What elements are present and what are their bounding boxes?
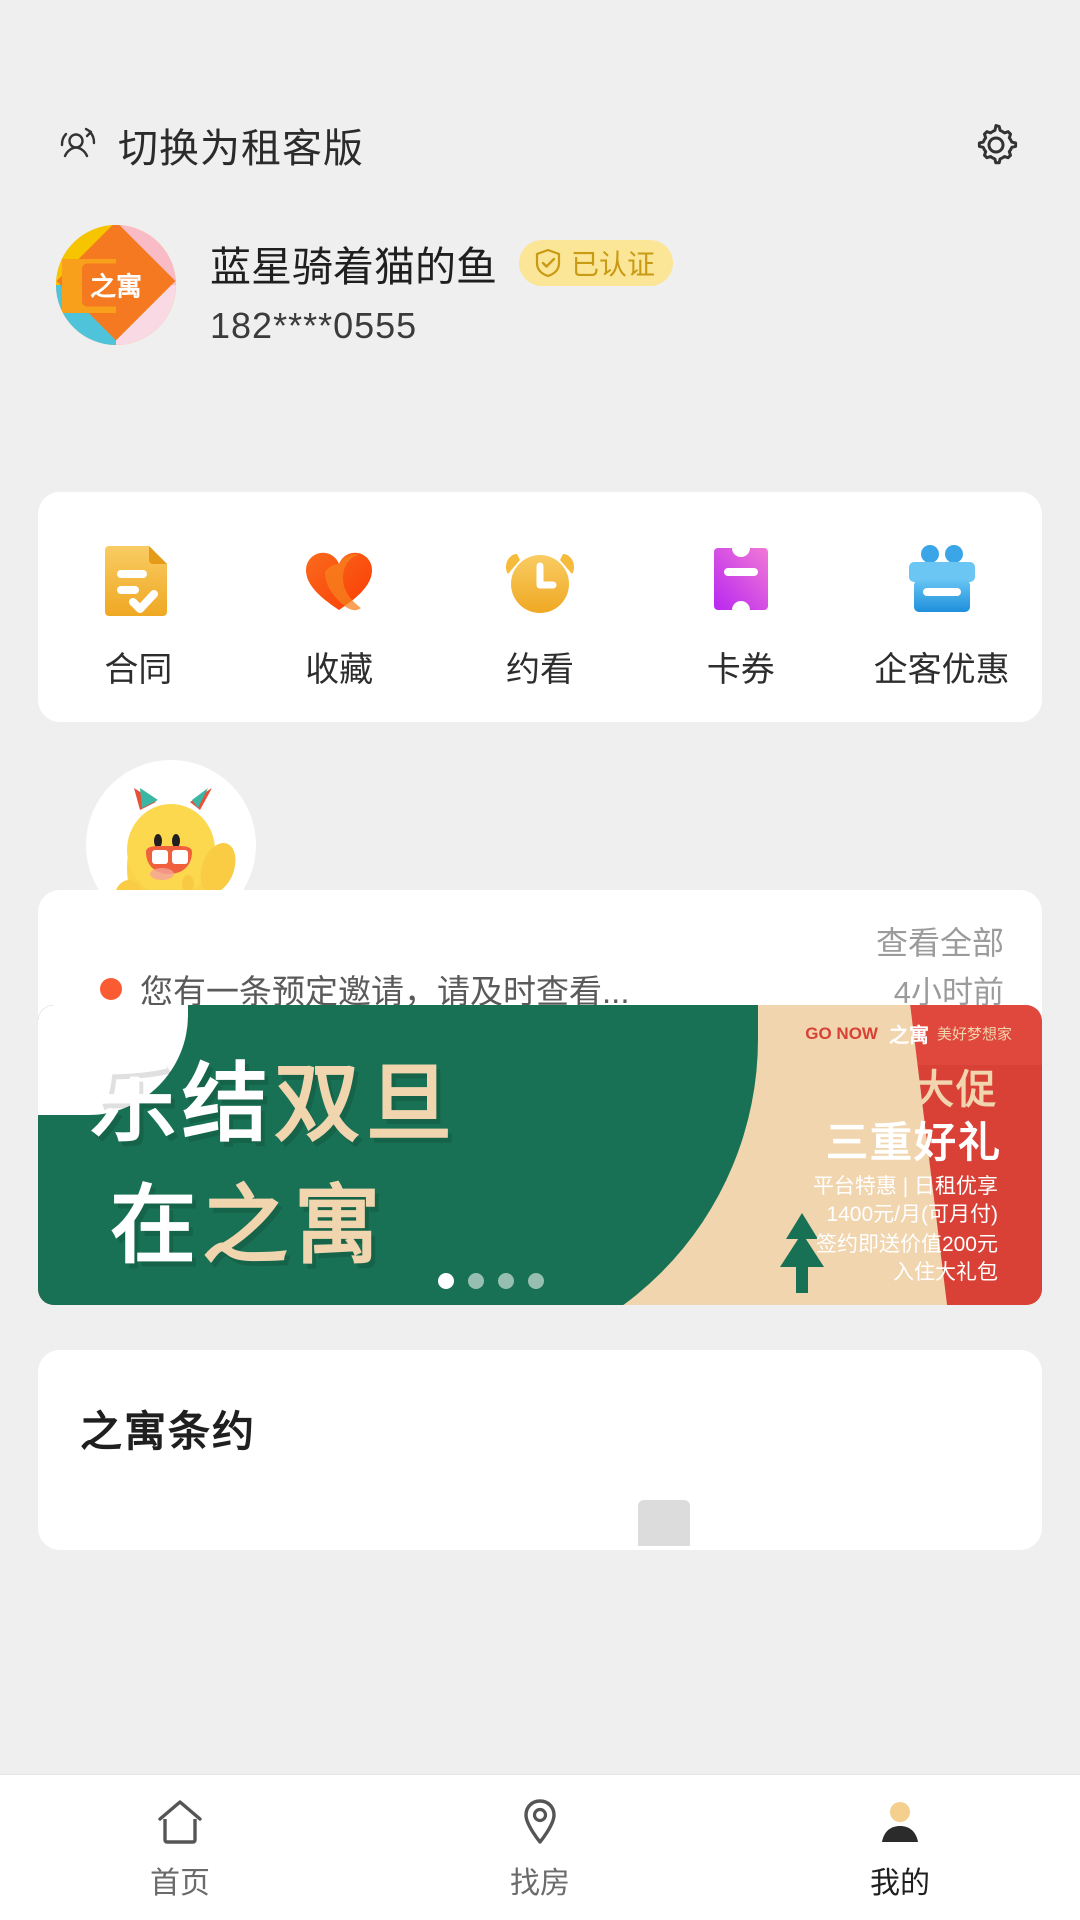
user-switch-icon bbox=[56, 123, 100, 167]
banner-dots[interactable] bbox=[438, 1273, 544, 1289]
banner-logo-left: GO NOW bbox=[800, 1021, 883, 1046]
banner-title-line1: 乐结双旦 bbox=[90, 1033, 458, 1158]
heart-icon bbox=[298, 538, 380, 620]
quick-action-contract[interactable]: 合同 bbox=[38, 538, 239, 691]
terms-card[interactable]: 之寓条约 bbox=[38, 1350, 1042, 1550]
profile-name-row: 蓝星骑着猫的鱼 已认证 bbox=[210, 233, 674, 293]
banner-dot[interactable] bbox=[528, 1273, 544, 1289]
app-screen: 切换为租客版 之寓 蓝星骑着猫的鱼 已认证 182****0555 合同 收藏 … bbox=[0, 0, 1080, 1920]
quick-action-coupons[interactable]: 卡券 bbox=[640, 538, 841, 691]
banner-artwork: 乐结双旦 在之寓 GO NOW 之寓 美好梦想家 限时大促 三重好礼 平台特惠 … bbox=[38, 1005, 1042, 1305]
banner-promo-3: 平台特惠 | 日租优享 1400元/月(可月付) bbox=[812, 1175, 998, 1227]
banner-title-part: 在 bbox=[110, 1178, 202, 1274]
quick-action-label: 合同 bbox=[104, 650, 173, 689]
quick-action-label: 企客优惠 bbox=[873, 650, 1010, 689]
status-badge: 已认证 bbox=[519, 240, 674, 286]
banner-promo-1: 限时大促 bbox=[830, 1068, 998, 1112]
user-name: 蓝星骑着猫的鱼 bbox=[210, 244, 497, 290]
contract-icon bbox=[97, 538, 179, 620]
banner-title-part: 双旦 bbox=[274, 1056, 458, 1152]
alarm-clock-icon bbox=[499, 538, 581, 620]
terms-placeholder bbox=[638, 1500, 690, 1546]
banner-logo-slogan: 美好梦想家 bbox=[936, 1026, 1012, 1043]
banner-title-part: 之寓 bbox=[202, 1178, 386, 1274]
profile-info: 蓝星骑着猫的鱼 已认证 182****0555 bbox=[210, 225, 674, 347]
tab-find-house[interactable]: 找房 bbox=[360, 1775, 720, 1920]
tab-label: 首页 bbox=[150, 1866, 210, 1900]
quick-action-enterprise-offers[interactable]: 企客优惠 bbox=[841, 538, 1042, 691]
gift-box-icon bbox=[901, 538, 983, 620]
quick-action-label: 卡券 bbox=[706, 650, 775, 689]
user-phone: 182****0555 bbox=[210, 305, 418, 346]
bottom-navigation: 首页 找房 我的 bbox=[0, 1774, 1080, 1920]
banner-title-line2: 在之寓 bbox=[110, 1155, 386, 1280]
banner-dot[interactable] bbox=[468, 1273, 484, 1289]
verified-label: 已认证 bbox=[571, 249, 656, 280]
page-header: 切换为租客版 bbox=[0, 105, 1080, 185]
avatar-brand-label: 之寓 bbox=[81, 263, 151, 307]
page-title: 之寓条约 bbox=[80, 1408, 257, 1455]
location-pin-icon bbox=[512, 1794, 568, 1850]
tab-label: 我的 bbox=[870, 1866, 930, 1900]
home-icon bbox=[152, 1794, 208, 1850]
settings-button[interactable] bbox=[970, 119, 1022, 171]
banner-dot[interactable] bbox=[438, 1273, 454, 1289]
tab-home[interactable]: 首页 bbox=[0, 1775, 360, 1920]
banner-promo-4: 签约即送价值200元 入住大礼包 bbox=[815, 1233, 998, 1285]
banner-title-part: 乐结 bbox=[90, 1056, 274, 1152]
avatar[interactable]: 之寓 bbox=[56, 225, 176, 345]
switch-role-button[interactable]: 切换为租客版 bbox=[56, 116, 364, 174]
banner-logo: GO NOW 之寓 美好梦想家 bbox=[800, 1019, 1012, 1048]
quick-actions-card: 合同 收藏 约看 卡券 企客优惠 bbox=[38, 492, 1042, 722]
shield-check-icon bbox=[533, 248, 563, 278]
quick-action-label: 约看 bbox=[505, 650, 574, 689]
banner-logo-brand: 之寓 bbox=[888, 1025, 929, 1047]
unread-dot bbox=[100, 978, 122, 1000]
quick-action-favorites[interactable]: 收藏 bbox=[239, 538, 440, 691]
tab-mine[interactable]: 我的 bbox=[720, 1775, 1080, 1920]
tab-label: 找房 bbox=[510, 1866, 570, 1900]
quick-action-viewing[interactable]: 约看 bbox=[440, 538, 641, 691]
quick-action-label: 收藏 bbox=[305, 650, 374, 689]
profile-section[interactable]: 之寓 蓝星骑着猫的鱼 已认证 182****0555 bbox=[56, 225, 674, 347]
person-icon bbox=[872, 1794, 928, 1850]
quick-actions-row: 合同 收藏 约看 卡券 企客优惠 bbox=[38, 492, 1042, 722]
banner-dot[interactable] bbox=[498, 1273, 514, 1289]
promo-banner[interactable]: 乐结双旦 在之寓 GO NOW 之寓 美好梦想家 限时大促 三重好礼 平台特惠 … bbox=[38, 1005, 1042, 1305]
banner-promo-2: 三重好礼 bbox=[825, 1119, 1002, 1166]
switch-role-label: 切换为租客版 bbox=[118, 127, 364, 171]
gear-icon bbox=[977, 124, 1018, 165]
coupon-ticket-icon bbox=[700, 538, 782, 620]
